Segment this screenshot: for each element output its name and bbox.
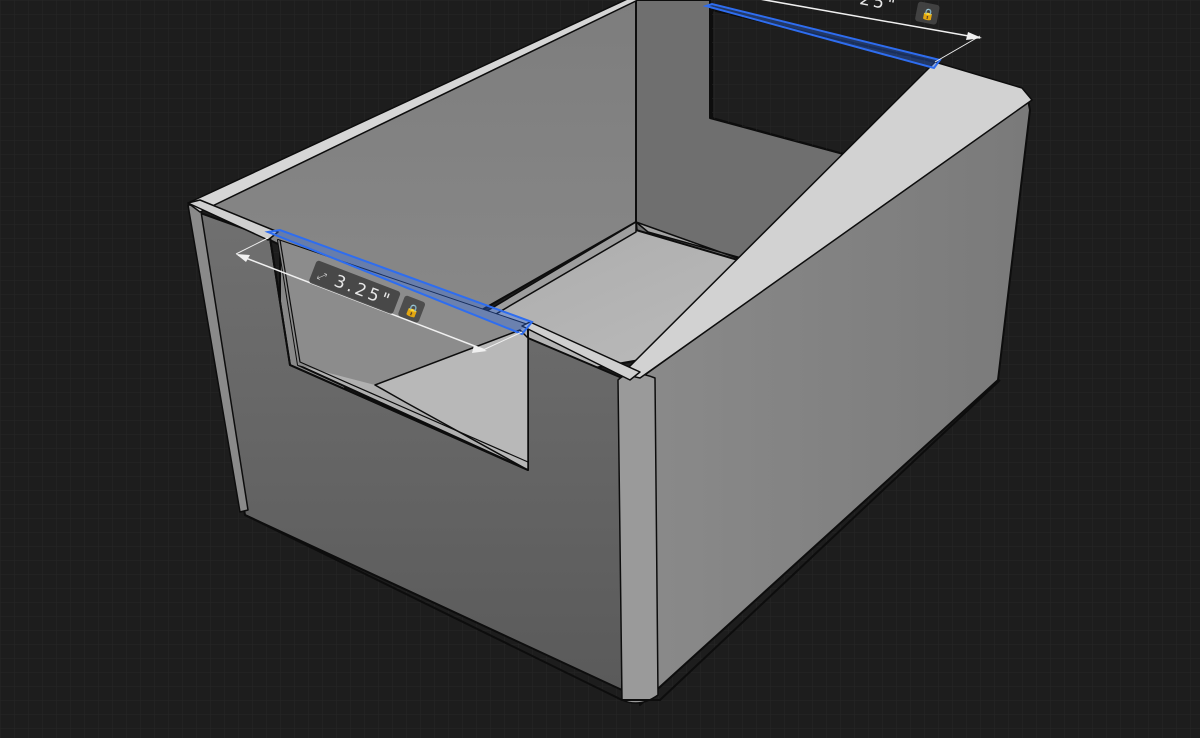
- lock-icon-back: 🔒: [920, 7, 936, 22]
- rounded-corner: [617, 372, 659, 704]
- 3d-viewport[interactable]: ⤢ 3.25" 🔒 25" 🔒: [0, 0, 1200, 738]
- model-canvas[interactable]: ⤢ 3.25" 🔒 25" 🔒: [0, 0, 1200, 738]
